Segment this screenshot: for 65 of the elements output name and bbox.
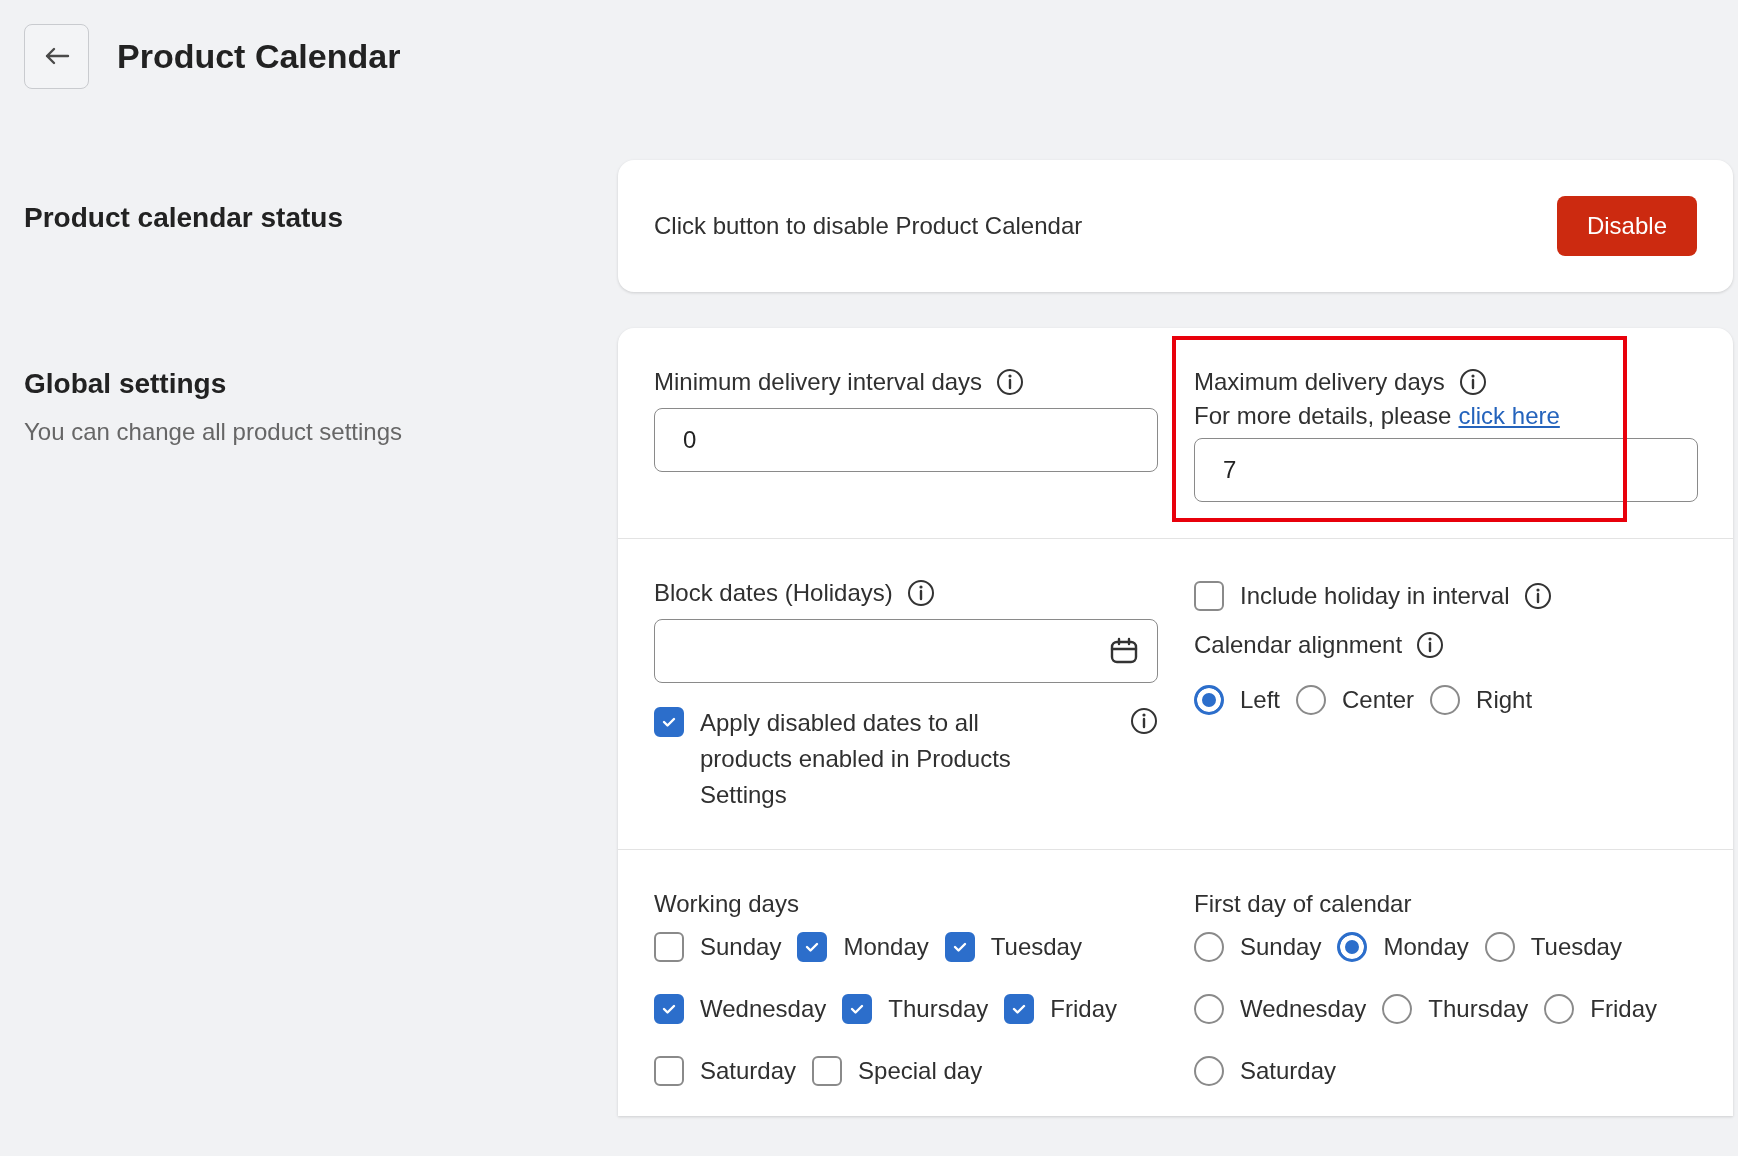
- radio-button[interactable]: [1430, 685, 1461, 715]
- radio-button[interactable]: [1382, 994, 1413, 1024]
- checkbox-label: Tuesday: [990, 933, 1082, 961]
- radio-label: Tuesday: [1530, 933, 1622, 961]
- date-field[interactable]: [654, 619, 1158, 683]
- checkbox-label: Saturday: [700, 1057, 797, 1085]
- radio-button[interactable]: [1194, 685, 1224, 715]
- disable-button[interactable]: Disable: [1556, 196, 1697, 256]
- hint-text: For more details, please: [1194, 402, 1452, 430]
- checkbox[interactable]: [1194, 581, 1224, 611]
- back-arrow-icon: [43, 46, 70, 66]
- radio-label: Friday: [1590, 995, 1658, 1023]
- checkbox[interactable]: [654, 994, 684, 1024]
- radio-label: Wednesday: [1240, 995, 1367, 1023]
- checkbox-label: Thursday: [888, 995, 989, 1023]
- radio-button[interactable]: [1296, 685, 1327, 715]
- field-label: First day of calendar: [1194, 890, 1412, 918]
- checkbox[interactable]: [1004, 994, 1035, 1024]
- radio-label: Center: [1342, 686, 1415, 714]
- section-description: You can change all product settings: [24, 418, 404, 446]
- info-icon[interactable]: [1416, 631, 1445, 659]
- calendar-icon[interactable]: [1109, 636, 1139, 666]
- field-label: Block dates (Holidays): [654, 579, 893, 607]
- checkbox-label: Special day: [858, 1057, 983, 1085]
- checkbox[interactable]: [797, 932, 828, 962]
- checkbox-label: Include holiday in interval: [1240, 582, 1510, 610]
- checkbox[interactable]: [944, 932, 975, 962]
- radio-button[interactable]: [1544, 994, 1575, 1024]
- info-icon[interactable]: [1130, 707, 1158, 735]
- status-text: Click button to disable Product Calendar: [654, 212, 1083, 240]
- radio-label: Left: [1240, 686, 1281, 714]
- field-label: Maximum delivery days: [1194, 368, 1445, 396]
- input-field[interactable]: 0: [654, 408, 1158, 472]
- info-icon[interactable]: [996, 368, 1025, 396]
- field-label: Working days: [654, 890, 799, 918]
- checkbox[interactable]: [812, 1056, 843, 1086]
- field-label: Calendar alignment: [1194, 631, 1403, 659]
- checkbox-label: Apply disabled dates to all products enabled in Products Settings: [700, 708, 1012, 810]
- radio-button[interactable]: [1194, 1056, 1224, 1086]
- checkbox[interactable]: [654, 1056, 684, 1086]
- field-label: Minimum delivery interval days: [654, 368, 983, 396]
- details-link[interactable]: click here: [1458, 402, 1560, 430]
- radio-button[interactable]: [1484, 932, 1515, 962]
- radio-label: Sunday: [1240, 933, 1322, 961]
- radio-label: Right: [1476, 686, 1533, 714]
- checkbox[interactable]: [842, 994, 873, 1024]
- checkbox[interactable]: [654, 707, 684, 737]
- info-icon[interactable]: [1458, 368, 1487, 396]
- radio-label: Monday: [1383, 933, 1469, 961]
- info-icon[interactable]: [906, 579, 935, 607]
- checkbox-label: Friday: [1050, 995, 1118, 1023]
- radio-label: Thursday: [1428, 995, 1529, 1023]
- checkbox-label: Sunday: [700, 933, 782, 961]
- section-title: Product calendar status: [24, 202, 344, 234]
- input-field[interactable]: 7: [1194, 438, 1698, 502]
- section-title: Global settings: [24, 368, 228, 400]
- page-title: Product Calendar: [117, 36, 401, 76]
- radio-button[interactable]: [1194, 994, 1224, 1024]
- radio-button[interactable]: [1194, 932, 1224, 962]
- checkbox-label: Wednesday: [700, 995, 827, 1023]
- radio-label: Saturday: [1240, 1057, 1337, 1085]
- radio-button[interactable]: [1337, 932, 1368, 962]
- info-icon[interactable]: [1523, 582, 1552, 610]
- checkbox-label: Monday: [843, 933, 929, 961]
- checkbox[interactable]: [654, 932, 684, 962]
